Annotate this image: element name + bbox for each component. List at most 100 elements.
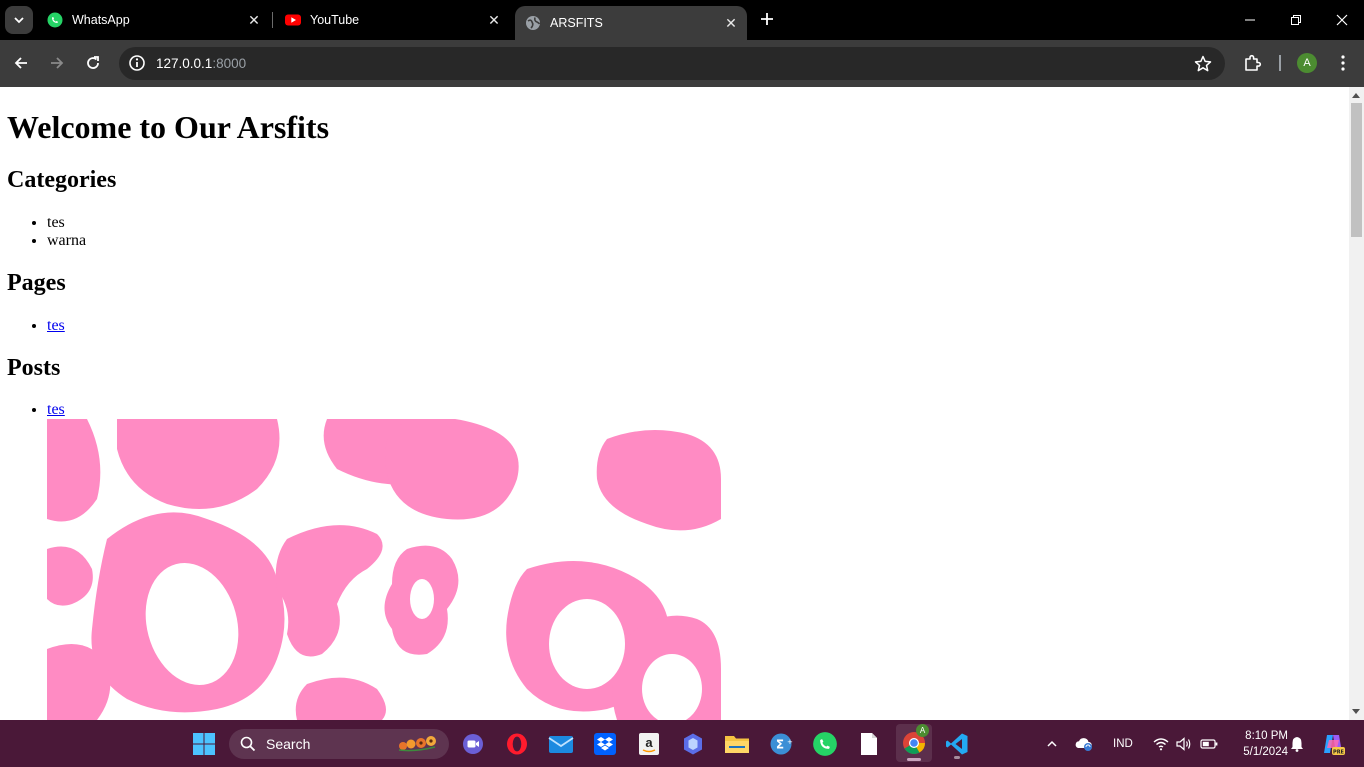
running-app-indicator [954,756,960,759]
show-hidden-icons-button[interactable] [1041,728,1063,760]
active-app-indicator [907,758,921,761]
profile-avatar[interactable]: A [1297,53,1317,73]
bookmark-star-icon[interactable] [1193,54,1213,74]
amazon-app[interactable]: a [633,728,665,760]
minimize-icon [1245,19,1255,21]
arrow-right-icon [51,57,64,69]
chrome-app[interactable]: A [896,724,932,762]
notepad-app[interactable] [853,728,885,760]
posts-heading: Posts [7,355,61,381]
pages-list: tes [47,317,65,335]
url-host: 127.0.0.1 [156,56,213,71]
page-link[interactable]: tes [47,317,65,334]
document-icon [861,733,877,755]
cloud-sync-icon [1075,738,1092,751]
svg-text:PRE: PRE [1333,750,1345,756]
new-tab-button[interactable] [757,10,777,30]
close-icon [1336,14,1348,26]
vscode-app[interactable] [941,728,973,760]
mail-icon [548,736,574,753]
vertical-scrollbar[interactable] [1349,87,1364,720]
arrow-left-icon [14,57,27,69]
post-list-item: tes [47,401,65,419]
extensions-button[interactable] [1242,52,1264,74]
opera-app[interactable] [501,728,533,760]
scroll-down-arrow-icon[interactable] [1352,709,1360,714]
start-button[interactable] [188,728,220,760]
volume-button[interactable] [1172,728,1196,760]
whatsapp-icon [47,12,63,28]
whatsapp-app[interactable] [809,728,841,760]
svg-text:Σ: Σ [776,738,784,752]
chevron-down-icon [14,17,24,24]
taskbar-search[interactable]: Search [229,729,449,759]
copilot-button[interactable]: PRE [1318,728,1348,760]
address-url[interactable]: 127.0.0.1:8000 [156,56,246,71]
language-indicator[interactable]: IND [1113,738,1133,750]
plus-icon [761,13,773,25]
sigma-app-icon: Σ + [770,733,793,755]
close-tab-icon[interactable]: ✕ [244,10,264,30]
search-icon [240,736,256,752]
file-explorer-app[interactable] [721,728,753,760]
wifi-button[interactable] [1149,728,1173,760]
search-placeholder: Search [266,736,311,752]
post-link[interactable]: tes [47,401,65,418]
puzzle-icon [1245,54,1262,71]
posts-list: tes [47,401,65,419]
back-button[interactable] [9,51,33,75]
scrollbar-thumb[interactable] [1351,103,1362,237]
forward-button[interactable] [45,51,69,75]
tab-search-button[interactable] [5,6,33,34]
tab-arsfits[interactable]: ARSFITS ✕ [515,6,747,40]
close-tab-icon[interactable]: ✕ [721,13,741,33]
teams-meet-app[interactable] [457,728,489,760]
kebab-menu-icon [1341,55,1345,71]
close-tab-icon[interactable]: ✕ [484,10,504,30]
chevron-up-icon [1047,740,1057,747]
calculator-sum-app[interactable]: Σ + [765,728,797,760]
tab-strip: WhatsApp ✕ YouTube ✕ ARSFITS ✕ [0,0,1364,40]
page-title: Welcome to Our Arsfits [7,109,330,145]
categories-list: tes warna [47,214,86,250]
tab-title: YouTube [310,13,360,27]
reload-icon [87,56,99,69]
svg-text:+: + [787,738,793,746]
reload-button[interactable] [81,51,105,75]
folder-icon [725,736,749,753]
pages-heading: Pages [7,270,66,296]
svg-text:a: a [645,735,653,750]
copilot-app[interactable] [677,728,709,760]
site-info-icon[interactable] [128,54,146,72]
mail-app[interactable] [545,728,577,760]
whatsapp-icon [813,732,837,756]
post-image [47,419,721,720]
onedrive-sync-button[interactable] [1071,728,1097,760]
tab-youtube[interactable]: YouTube ✕ [275,0,510,40]
tab-whatsapp[interactable]: WhatsApp ✕ [37,0,270,40]
dropbox-icon [594,733,616,755]
youtube-icon [285,14,301,26]
restore-button[interactable] [1284,8,1308,32]
tab-title: WhatsApp [72,13,130,27]
notifications-button[interactable] [1286,728,1308,760]
minimize-button[interactable] [1238,8,1262,32]
video-call-icon [463,734,483,754]
address-bar[interactable]: 127.0.0.1:8000 [119,47,1225,80]
vscode-icon [946,733,968,755]
windows-logo-icon [193,733,215,755]
categories-heading: Categories [7,167,117,193]
chrome-menu-button[interactable] [1332,52,1354,74]
hexagon-app-icon [684,733,702,755]
close-window-button[interactable] [1330,8,1354,32]
taskbar-clock[interactable]: 8:10 PM 5/1/2024 [1226,728,1288,760]
scroll-up-arrow-icon[interactable] [1352,93,1360,98]
chrome-profile-badge: A [916,724,929,737]
browser-toolbar: 127.0.0.1:8000 [0,40,1364,87]
url-port: :8000 [212,56,247,71]
dropbox-app[interactable] [589,728,621,760]
page-list-item: tes [47,317,65,335]
battery-button[interactable] [1197,728,1221,760]
flowers-search-highlight-icon [398,736,436,752]
globe-icon [526,16,541,30]
